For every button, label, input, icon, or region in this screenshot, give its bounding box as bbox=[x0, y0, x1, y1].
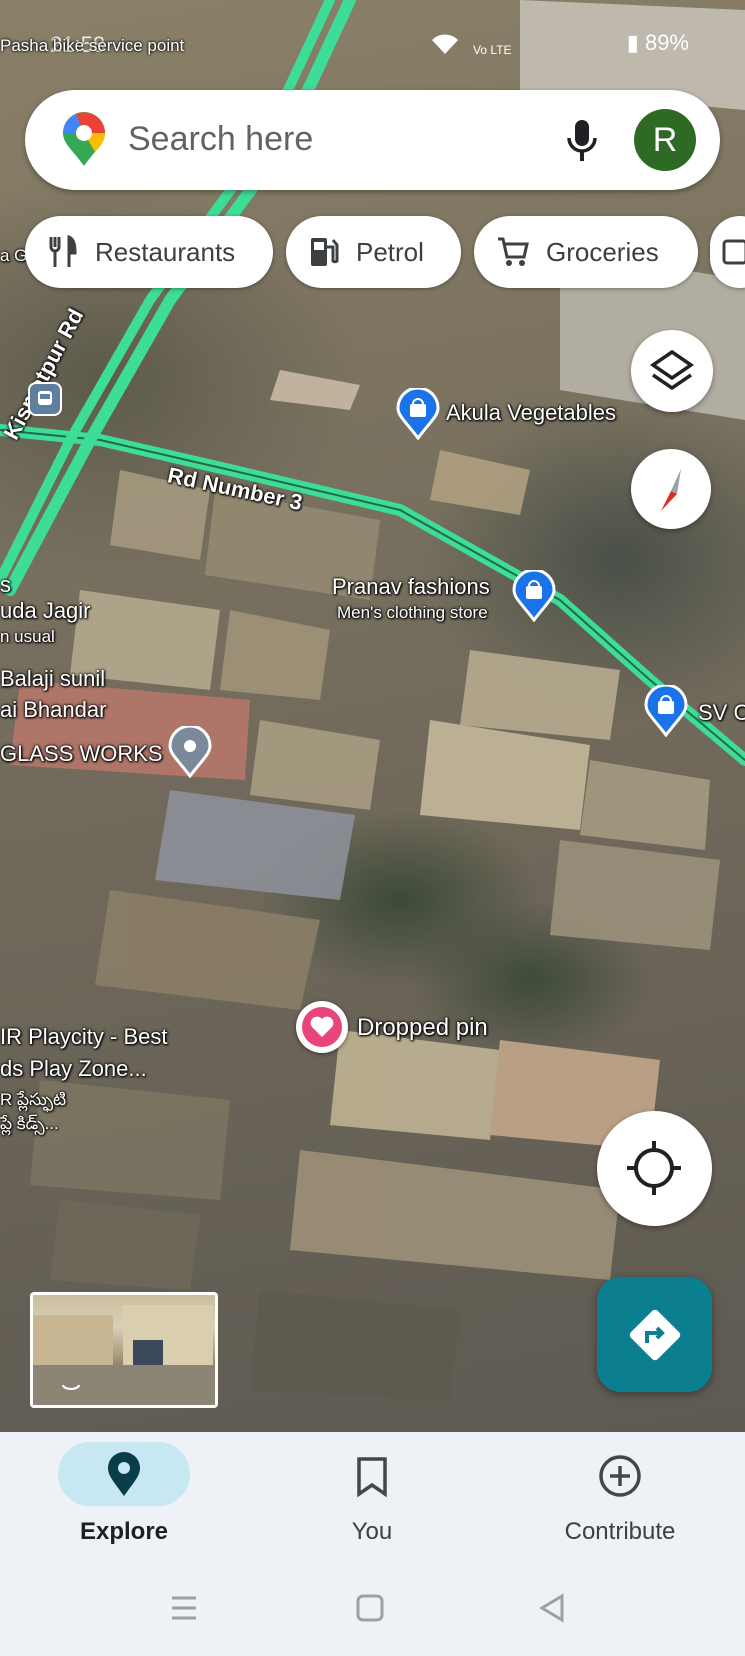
nav-contribute[interactable]: Contribute bbox=[496, 1432, 744, 1572]
place-label-sv[interactable]: SV C bbox=[698, 700, 745, 726]
chip-label: Restaurants bbox=[95, 236, 236, 267]
street-view-thumbnail[interactable] bbox=[30, 1292, 218, 1408]
nav-label-explore: Explore bbox=[79, 1518, 169, 1545]
chip-label: Petrol bbox=[356, 236, 424, 267]
cart-icon bbox=[498, 237, 529, 266]
battery-percent: 89% bbox=[644, 30, 689, 55]
compass-button[interactable] bbox=[631, 449, 711, 529]
search-bar[interactable]: Search here R bbox=[25, 90, 720, 190]
place-label-ir-playcity-4: ప్లే కిడ్స్... bbox=[0, 1114, 59, 1133]
glass-works-pin[interactable] bbox=[168, 724, 212, 783]
search-input[interactable]: Search here bbox=[128, 120, 313, 159]
fork-knife-icon bbox=[49, 235, 77, 267]
layers-button[interactable] bbox=[631, 330, 713, 412]
layers-icon bbox=[649, 349, 695, 391]
top-place-label[interactable]: Pasha bike service point bbox=[0, 36, 184, 56]
dropped-pin-label[interactable]: Dropped pin bbox=[357, 1014, 488, 1042]
chip-groceries[interactable]: Groceries bbox=[474, 216, 698, 288]
directions-icon bbox=[629, 1309, 681, 1361]
chip-petrol[interactable]: Petrol bbox=[286, 216, 461, 288]
bus-stop-icon[interactable] bbox=[28, 382, 62, 416]
place-label-ir-playcity-2: ds Play Zone... bbox=[0, 1056, 147, 1081]
place-label-pranav[interactable]: Pranav fashions bbox=[332, 574, 490, 600]
nav-you[interactable]: You bbox=[248, 1432, 496, 1572]
chip-label: Groceries bbox=[546, 236, 659, 267]
nav-label-you: You bbox=[351, 1518, 393, 1545]
battery-indicator: ▮ 89% bbox=[627, 30, 689, 56]
nav-explore[interactable]: Explore bbox=[0, 1432, 248, 1572]
battery-icon: ▮ bbox=[626, 30, 639, 55]
network-label: Vo LTE bbox=[473, 43, 512, 57]
recents-icon[interactable] bbox=[172, 1596, 196, 1620]
fuel-pump-icon bbox=[311, 238, 339, 266]
place-label-bhandar: ai Bhandar bbox=[0, 697, 107, 722]
dropped-pin-icon[interactable] bbox=[296, 1001, 348, 1053]
wifi-icon bbox=[432, 34, 458, 54]
place-label-glass-works[interactable]: GLASS WORKS bbox=[0, 741, 163, 767]
chip-restaurants[interactable]: Restaurants bbox=[25, 216, 273, 288]
microphone-icon[interactable] bbox=[562, 116, 602, 166]
place-label-akula[interactable]: Akula Vegetables bbox=[446, 400, 616, 426]
place-label-balaji[interactable]: Balaji sunil bbox=[0, 666, 105, 692]
place-label-ir-playcity-3: R ప్లేస్ఫుటి bbox=[0, 1090, 67, 1109]
place-label-usual: n usual bbox=[0, 627, 55, 646]
street-view-image bbox=[33, 1305, 215, 1405]
place-label-guda-jagir[interactable]: uda Jagir bbox=[0, 598, 91, 624]
place-sublabel-pranav: Men's clothing store bbox=[337, 603, 488, 622]
bookmark-icon bbox=[357, 1457, 387, 1498]
sv-shop-pin[interactable] bbox=[644, 683, 688, 742]
location-pin-icon bbox=[108, 1452, 140, 1496]
place-label-ir-playcity-1[interactable]: IR Playcity - Best bbox=[0, 1024, 167, 1050]
compass-icon bbox=[661, 469, 681, 511]
directions-button[interactable] bbox=[597, 1277, 712, 1392]
system-navigation bbox=[172, 1593, 564, 1623]
status-icons: Vo LTE bbox=[430, 32, 511, 59]
akula-vegetables-pin[interactable] bbox=[396, 386, 440, 445]
add-box-icon bbox=[722, 239, 745, 265]
place-label-s: s bbox=[0, 572, 11, 597]
home-icon[interactable] bbox=[356, 1594, 384, 1622]
place-label-a-g: a G bbox=[0, 246, 28, 265]
my-location-button[interactable] bbox=[597, 1111, 712, 1226]
add-circle-icon bbox=[599, 1455, 641, 1497]
pranav-fashions-pin[interactable] bbox=[512, 568, 556, 627]
crosshair-icon bbox=[627, 1141, 681, 1195]
back-icon[interactable] bbox=[539, 1593, 564, 1623]
maps-logo-icon bbox=[63, 112, 105, 166]
nav-label-contribute: Contribute bbox=[564, 1518, 676, 1545]
avatar[interactable]: R bbox=[634, 109, 696, 171]
